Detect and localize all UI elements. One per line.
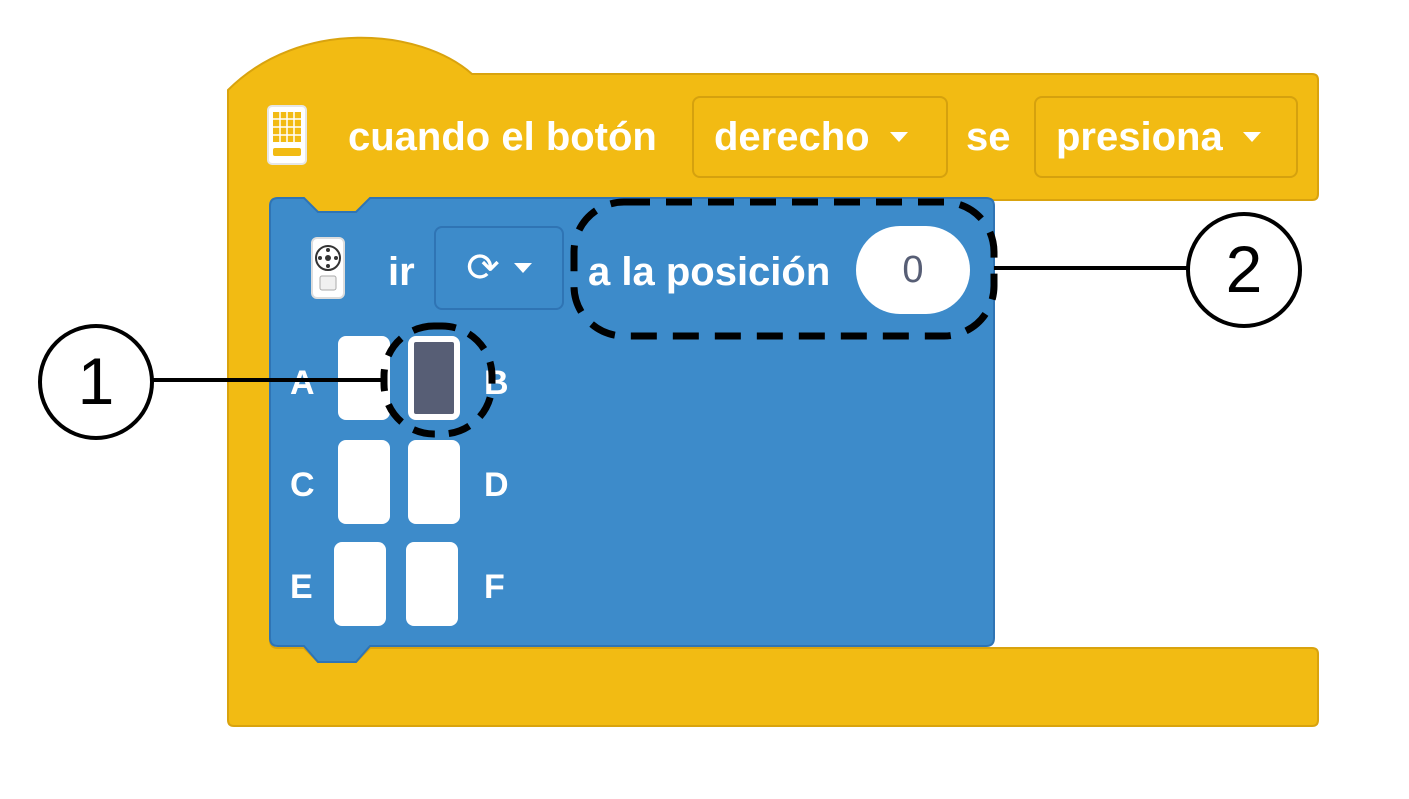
callout-number-2: 2 — [1225, 232, 1263, 306]
highlight-position — [570, 198, 998, 340]
highlight-port-b — [380, 322, 496, 438]
callout-overlay — [38, 198, 1302, 440]
callout-number-1: 1 — [77, 344, 115, 418]
